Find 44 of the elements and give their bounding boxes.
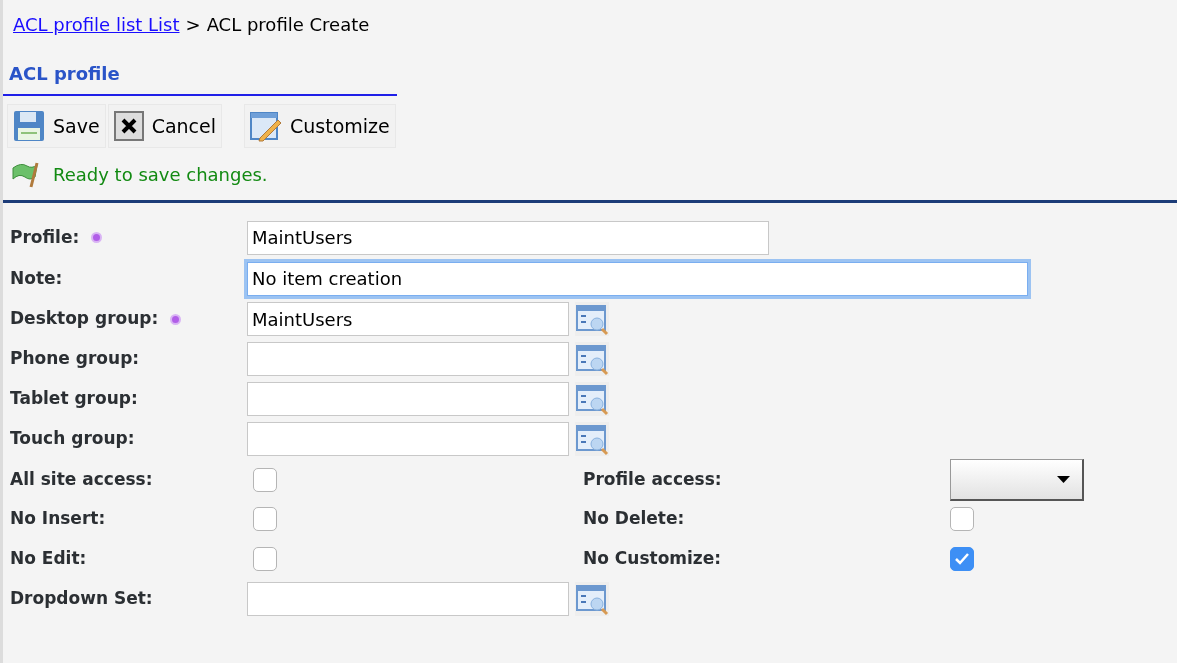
field-label: Dropdown Set: <box>10 587 153 611</box>
field-label: Tablet group: <box>10 387 138 411</box>
checkbox[interactable] <box>253 547 277 571</box>
status-message: Ready to save changes. <box>53 162 268 187</box>
text-field[interactable] <box>247 582 569 616</box>
breadcrumb-link[interactable]: ACL profile list List <box>13 11 180 38</box>
breadcrumb-current: ACL profile Create <box>206 13 370 37</box>
cancel-button[interactable]: Cancel <box>107 104 222 148</box>
field-label: No Insert: <box>10 508 106 529</box>
field-label: Phone group: <box>10 347 140 371</box>
caret-icon <box>1057 476 1070 483</box>
field-label: Touch group: <box>10 427 135 451</box>
lookup-icon[interactable] <box>575 382 609 416</box>
text-field[interactable] <box>247 422 569 456</box>
lookup-icon[interactable] <box>575 422 609 456</box>
field-label: Desktop group: <box>10 307 159 331</box>
save-button[interactable]: Save <box>7 104 106 148</box>
text-field[interactable]: No item creation <box>247 261 1028 296</box>
checkbox[interactable] <box>950 547 974 571</box>
checkmark-icon <box>954 552 970 566</box>
lookup-icon[interactable] <box>575 302 609 336</box>
lookup-icon[interactable] <box>575 342 609 376</box>
checkbox[interactable] <box>253 468 277 492</box>
window-pencil-icon <box>250 110 282 142</box>
customize-button[interactable]: Customize <box>244 104 396 148</box>
field-label: No Edit: <box>10 548 87 569</box>
breadcrumb-separator: > <box>185 13 201 37</box>
lookup-icon[interactable] <box>575 582 609 616</box>
field-label: No Delete: <box>583 508 685 529</box>
field-label: Profile: <box>10 225 80 249</box>
text-field[interactable]: MaintUsers <box>247 302 569 336</box>
flag-icon <box>9 160 39 188</box>
dropdown[interactable] <box>950 459 1084 501</box>
field-label: No Customize: <box>583 548 722 569</box>
text-field[interactable]: MaintUsers <box>247 220 769 255</box>
checkbox[interactable] <box>950 507 974 531</box>
text-field[interactable] <box>247 342 569 376</box>
checkbox[interactable] <box>253 507 277 531</box>
section-title: ACL profile <box>9 63 120 84</box>
close-icon <box>113 111 144 141</box>
field-label: Profile access: <box>583 469 722 490</box>
field-label: All site access: <box>10 469 153 490</box>
field-label: Note: <box>10 266 63 290</box>
text-field[interactable] <box>247 382 569 416</box>
